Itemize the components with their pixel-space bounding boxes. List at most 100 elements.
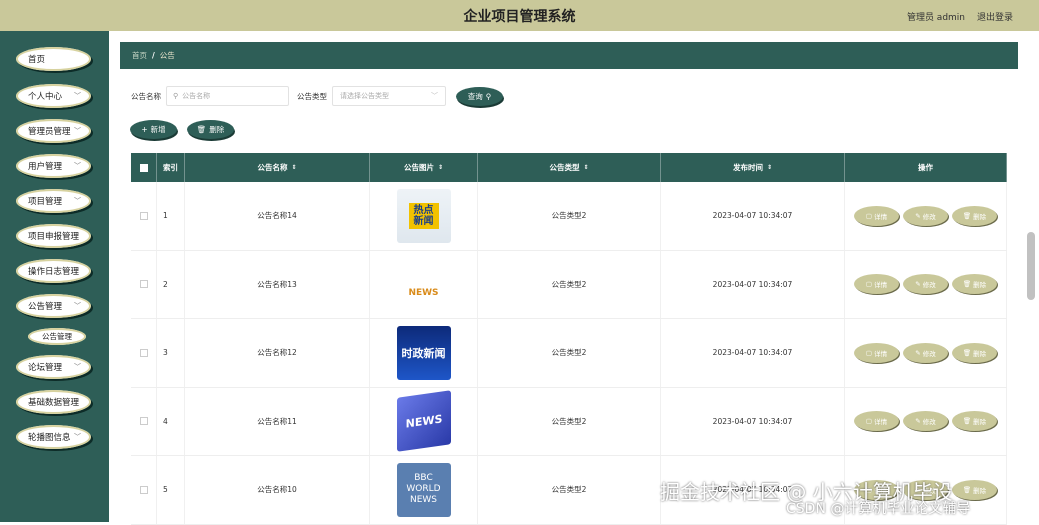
header-image[interactable]: 公告图片 ⇕ (370, 153, 478, 182)
sidebar-item-carousel[interactable]: 轮播图信息 ﹀ (16, 425, 91, 449)
image-caption: 时政新闻 (401, 346, 446, 360)
select-all-cell (131, 153, 157, 182)
sidebar-item-profile[interactable]: 个人中心 ﹀ (16, 84, 91, 108)
edit-button[interactable]: ✎ 修改 (903, 274, 948, 295)
submenu-item-announcements[interactable]: 公告管理 (28, 328, 86, 345)
row-select-cell (131, 456, 157, 524)
sidebar-item-users[interactable]: 用户管理 ﹀ (16, 154, 91, 178)
sidebar-item-project-apply[interactable]: 项目申报管理 (16, 224, 91, 248)
breadcrumb-separator: / (152, 51, 155, 60)
delete-label: 删除 (973, 212, 987, 221)
sidebar-item-forum[interactable]: 论坛管理 ﹀ (16, 355, 91, 379)
vertical-scrollbar[interactable] (1027, 232, 1035, 300)
row-index: 5 (157, 456, 185, 524)
sidebar-item-operation-log[interactable]: 操作日志管理 (16, 259, 91, 283)
table-header: 索引 公告名称 ⇕ 公告图片 ⇕ 公告类型 ⇕ 发布时间 ⇕ 操作 (131, 153, 1007, 182)
image-caption: 热点新闻 (408, 202, 439, 229)
announcement-image[interactable]: NEWS (396, 390, 451, 453)
edit-button[interactable]: ✎ 修改 (903, 342, 948, 363)
detail-label: 详情 (874, 281, 888, 290)
row-checkbox[interactable] (139, 485, 148, 494)
row-index: 4 (157, 387, 185, 455)
row-time: 2023-04-07 10:34:07 (661, 250, 845, 318)
batch-delete-button[interactable]: 🗑 删除 (187, 120, 234, 139)
sidebar-item-basic-data[interactable]: 基础数据管理 (16, 390, 91, 414)
sidebar: 首页 个人中心 ﹀ 管理员管理 ﹀ 用户管理 ﹀ 项目管理 ﹀ 项目申报管理 操作日志管… (0, 31, 109, 522)
header-time-label: 发布时间 (732, 163, 763, 172)
row-checkbox[interactable] (139, 280, 148, 289)
row-actions: ▢ 详情 ✎ 修改 🗑 删除 (845, 182, 1007, 250)
chevron-down-icon: ﹀ (74, 92, 81, 100)
edit-icon: ✎ (915, 348, 921, 357)
trash-icon: 🗑 (962, 417, 972, 426)
search-icon: ⚲ (173, 92, 179, 100)
row-checkbox[interactable] (139, 417, 148, 426)
detail-button[interactable]: ▢ 详情 (854, 411, 899, 432)
header-name[interactable]: 公告名称 ⇕ (185, 153, 370, 182)
trash-icon: 🗑 (196, 125, 207, 134)
header-type[interactable]: 公告类型 ⇕ (478, 153, 661, 182)
delete-button[interactable]: 🗑 删除 (952, 205, 997, 226)
query-button[interactable]: 查询 ⚲ (456, 86, 503, 106)
sidebar-item-announcements[interactable]: 公告管理 ﹀ (16, 294, 91, 318)
sidebar-item-label: 论坛管理 (28, 363, 63, 373)
delete-button[interactable]: 🗑 删除 (952, 342, 997, 363)
sort-icon: ⇕ (766, 164, 773, 171)
row-type: 公告类型2 (478, 319, 661, 387)
row-checkbox[interactable] (139, 348, 148, 357)
detail-label: 详情 (874, 418, 888, 427)
row-name: 公告名称12 (185, 319, 370, 387)
sidebar-item-label: 公告管理 (28, 302, 63, 312)
breadcrumb-home[interactable]: 首页 (132, 50, 147, 61)
type-select-placeholder: 请选择公告类型 (340, 92, 389, 100)
header-ops: 操作 (845, 153, 1007, 182)
delete-button-label: 删除 (209, 125, 225, 134)
announcement-image[interactable]: NEWS (396, 257, 451, 312)
chevron-down-icon: ﹀ (74, 363, 81, 371)
sidebar-item-label: 首页 (28, 55, 46, 65)
detail-icon: ▢ (865, 348, 873, 357)
delete-label: 删除 (973, 349, 987, 358)
delete-label: 删除 (973, 418, 987, 427)
watermark-secondary: CSDN @计算机毕业论文辅导 (786, 501, 971, 517)
row-time: 2023-04-07 10:34:07 (661, 319, 845, 387)
sidebar-item-label: 轮播图信息 (28, 433, 71, 443)
row-checkbox[interactable] (139, 211, 148, 220)
delete-label: 删除 (973, 486, 987, 495)
header-image-label: 公告图片 (403, 163, 434, 172)
edit-label: 修改 (922, 212, 936, 221)
logout-link[interactable]: 退出登录 (977, 10, 1013, 23)
row-type: 公告类型2 (478, 387, 661, 455)
sidebar-item-admins[interactable]: 管理员管理 ﹀ (16, 119, 91, 143)
row-index: 1 (157, 182, 185, 250)
edit-label: 修改 (922, 349, 936, 358)
edit-button[interactable]: ✎ 修改 (903, 411, 948, 432)
name-search-input[interactable]: ⚲ 公告名称 (166, 86, 289, 106)
row-type: 公告类型2 (478, 250, 661, 318)
chevron-down-icon: ﹀ (74, 197, 81, 205)
trash-icon: 🗑 (962, 348, 972, 357)
detail-button[interactable]: ▢ 详情 (854, 205, 899, 226)
detail-button[interactable]: ▢ 详情 (854, 274, 899, 295)
sidebar-item-home[interactable]: 首页 (16, 47, 91, 71)
select-all-checkbox[interactable] (139, 163, 148, 172)
announcement-image[interactable]: 热点新闻 (396, 188, 451, 243)
delete-button[interactable]: 🗑 删除 (952, 411, 997, 432)
header-time[interactable]: 发布时间 ⇕ (661, 153, 845, 182)
chevron-down-icon: ﹀ (74, 162, 81, 170)
chevron-down-icon: ﹀ (74, 433, 81, 441)
announcement-image[interactable]: BBC WORLD NEWS (396, 462, 451, 517)
search-bar: 公告名称 ⚲ 公告名称 公告类型 请选择公告类型 ﹀ 查询 ⚲ (131, 86, 503, 106)
row-index: 2 (157, 250, 185, 318)
add-button-label: 新增 (150, 125, 166, 134)
breadcrumb: 首页 / 公告 (120, 42, 1018, 69)
sidebar-item-label: 操作日志管理 (28, 267, 80, 277)
add-button[interactable]: + 新增 (130, 120, 177, 139)
detail-button[interactable]: ▢ 详情 (854, 342, 899, 363)
delete-button[interactable]: 🗑 删除 (952, 274, 997, 295)
delete-button[interactable]: 🗑 删除 (952, 479, 997, 500)
sidebar-item-projects[interactable]: 项目管理 ﹀ (16, 189, 91, 213)
edit-button[interactable]: ✎ 修改 (903, 205, 948, 226)
announcement-image[interactable]: 时政新闻 (396, 325, 451, 380)
type-select[interactable]: 请选择公告类型 ﹀ (332, 86, 446, 106)
